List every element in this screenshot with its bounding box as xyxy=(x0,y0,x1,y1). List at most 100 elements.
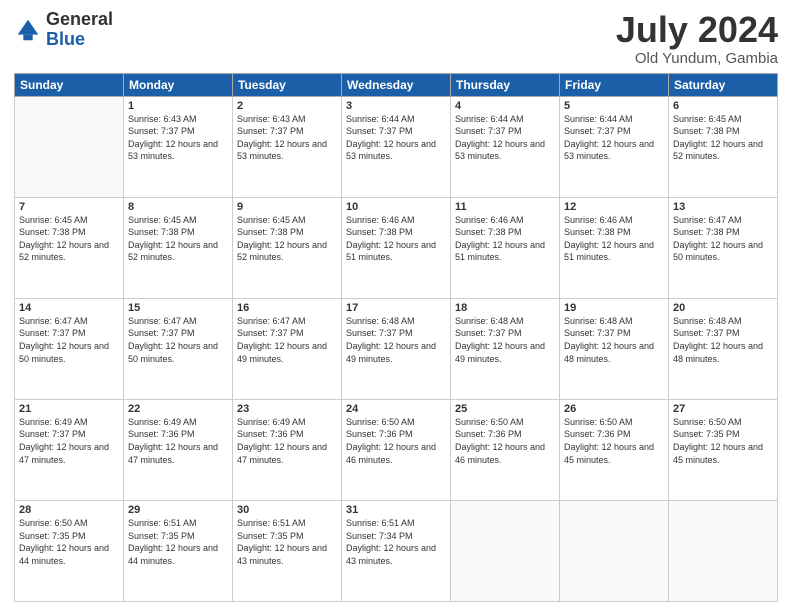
sunset: Sunset: 7:37 PM xyxy=(237,126,304,136)
day-number: 20 xyxy=(673,302,773,314)
logo-general-text: General xyxy=(46,10,113,30)
day-number: 17 xyxy=(346,302,446,314)
sunset: Sunset: 7:35 PM xyxy=(19,531,86,541)
calendar-cell: 4 Sunrise: 6:44 AM Sunset: 7:37 PM Dayli… xyxy=(451,96,560,197)
daylight: Daylight: 12 hours and 48 minutes. xyxy=(564,341,654,364)
day-info: Sunrise: 6:46 AM Sunset: 7:38 PM Dayligh… xyxy=(564,214,664,264)
sunset: Sunset: 7:37 PM xyxy=(455,126,522,136)
day-info: Sunrise: 6:46 AM Sunset: 7:38 PM Dayligh… xyxy=(455,214,555,264)
day-info: Sunrise: 6:48 AM Sunset: 7:37 PM Dayligh… xyxy=(346,315,446,365)
day-number: 27 xyxy=(673,403,773,415)
day-info: Sunrise: 6:49 AM Sunset: 7:36 PM Dayligh… xyxy=(128,416,228,466)
daylight: Daylight: 12 hours and 52 minutes. xyxy=(237,240,327,263)
daylight: Daylight: 12 hours and 44 minutes. xyxy=(128,543,218,566)
sunrise: Sunrise: 6:46 AM xyxy=(455,215,524,225)
daylight: Daylight: 12 hours and 52 minutes. xyxy=(673,139,763,162)
day-info: Sunrise: 6:47 AM Sunset: 7:37 PM Dayligh… xyxy=(237,315,337,365)
calendar-cell: 12 Sunrise: 6:46 AM Sunset: 7:38 PM Dayl… xyxy=(560,197,669,298)
daylight: Daylight: 12 hours and 45 minutes. xyxy=(673,442,763,465)
calendar-cell xyxy=(560,500,669,601)
day-info: Sunrise: 6:46 AM Sunset: 7:38 PM Dayligh… xyxy=(346,214,446,264)
calendar-cell: 31 Sunrise: 6:51 AM Sunset: 7:34 PM Dayl… xyxy=(342,500,451,601)
sunrise: Sunrise: 6:49 AM xyxy=(19,417,88,427)
sunset: Sunset: 7:38 PM xyxy=(564,227,631,237)
day-number: 8 xyxy=(128,201,228,213)
day-info: Sunrise: 6:50 AM Sunset: 7:36 PM Dayligh… xyxy=(564,416,664,466)
sunrise: Sunrise: 6:48 AM xyxy=(346,316,415,326)
sunset: Sunset: 7:36 PM xyxy=(128,429,195,439)
daylight: Daylight: 12 hours and 49 minutes. xyxy=(346,341,436,364)
sunrise: Sunrise: 6:45 AM xyxy=(19,215,88,225)
sunset: Sunset: 7:36 PM xyxy=(564,429,631,439)
calendar-cell: 6 Sunrise: 6:45 AM Sunset: 7:38 PM Dayli… xyxy=(669,96,778,197)
day-info: Sunrise: 6:45 AM Sunset: 7:38 PM Dayligh… xyxy=(237,214,337,264)
day-number: 5 xyxy=(564,100,664,112)
day-number: 26 xyxy=(564,403,664,415)
sunrise: Sunrise: 6:50 AM xyxy=(346,417,415,427)
calendar-cell: 17 Sunrise: 6:48 AM Sunset: 7:37 PM Dayl… xyxy=(342,298,451,399)
day-number: 13 xyxy=(673,201,773,213)
sunrise: Sunrise: 6:47 AM xyxy=(128,316,197,326)
sunset: Sunset: 7:37 PM xyxy=(19,328,86,338)
calendar-header-saturday: Saturday xyxy=(669,73,778,96)
daylight: Daylight: 12 hours and 51 minutes. xyxy=(455,240,545,263)
sunrise: Sunrise: 6:43 AM xyxy=(237,114,306,124)
sunset: Sunset: 7:35 PM xyxy=(237,531,304,541)
calendar-cell: 1 Sunrise: 6:43 AM Sunset: 7:37 PM Dayli… xyxy=(124,96,233,197)
day-number: 3 xyxy=(346,100,446,112)
logo-text: General Blue xyxy=(46,10,113,50)
day-number: 18 xyxy=(455,302,555,314)
calendar-week-row: 1 Sunrise: 6:43 AM Sunset: 7:37 PM Dayli… xyxy=(15,96,778,197)
day-info: Sunrise: 6:50 AM Sunset: 7:35 PM Dayligh… xyxy=(19,517,119,567)
calendar-cell: 11 Sunrise: 6:46 AM Sunset: 7:38 PM Dayl… xyxy=(451,197,560,298)
daylight: Daylight: 12 hours and 44 minutes. xyxy=(19,543,109,566)
calendar-header-monday: Monday xyxy=(124,73,233,96)
month-title: July 2024 xyxy=(616,10,778,50)
sunrise: Sunrise: 6:49 AM xyxy=(237,417,306,427)
sunrise: Sunrise: 6:45 AM xyxy=(673,114,742,124)
day-number: 16 xyxy=(237,302,337,314)
sunset: Sunset: 7:38 PM xyxy=(237,227,304,237)
sunrise: Sunrise: 6:45 AM xyxy=(237,215,306,225)
daylight: Daylight: 12 hours and 51 minutes. xyxy=(564,240,654,263)
daylight: Daylight: 12 hours and 53 minutes. xyxy=(128,139,218,162)
daylight: Daylight: 12 hours and 53 minutes. xyxy=(237,139,327,162)
day-number: 2 xyxy=(237,100,337,112)
calendar-cell: 25 Sunrise: 6:50 AM Sunset: 7:36 PM Dayl… xyxy=(451,399,560,500)
sunrise: Sunrise: 6:45 AM xyxy=(128,215,197,225)
daylight: Daylight: 12 hours and 43 minutes. xyxy=(237,543,327,566)
sunset: Sunset: 7:38 PM xyxy=(673,227,740,237)
calendar-cell: 21 Sunrise: 6:49 AM Sunset: 7:37 PM Dayl… xyxy=(15,399,124,500)
calendar-cell: 18 Sunrise: 6:48 AM Sunset: 7:37 PM Dayl… xyxy=(451,298,560,399)
sunset: Sunset: 7:37 PM xyxy=(673,328,740,338)
day-info: Sunrise: 6:48 AM Sunset: 7:37 PM Dayligh… xyxy=(455,315,555,365)
sunrise: Sunrise: 6:48 AM xyxy=(564,316,633,326)
sunset: Sunset: 7:36 PM xyxy=(455,429,522,439)
day-info: Sunrise: 6:50 AM Sunset: 7:36 PM Dayligh… xyxy=(346,416,446,466)
sunset: Sunset: 7:38 PM xyxy=(455,227,522,237)
calendar-cell: 20 Sunrise: 6:48 AM Sunset: 7:37 PM Dayl… xyxy=(669,298,778,399)
calendar-cell: 7 Sunrise: 6:45 AM Sunset: 7:38 PM Dayli… xyxy=(15,197,124,298)
day-number: 6 xyxy=(673,100,773,112)
daylight: Daylight: 12 hours and 46 minutes. xyxy=(455,442,545,465)
daylight: Daylight: 12 hours and 53 minutes. xyxy=(455,139,545,162)
sunrise: Sunrise: 6:46 AM xyxy=(564,215,633,225)
sunrise: Sunrise: 6:51 AM xyxy=(346,518,415,528)
calendar-header-thursday: Thursday xyxy=(451,73,560,96)
day-info: Sunrise: 6:48 AM Sunset: 7:37 PM Dayligh… xyxy=(564,315,664,365)
sunset: Sunset: 7:35 PM xyxy=(673,429,740,439)
calendar-cell: 16 Sunrise: 6:47 AM Sunset: 7:37 PM Dayl… xyxy=(233,298,342,399)
calendar-cell: 30 Sunrise: 6:51 AM Sunset: 7:35 PM Dayl… xyxy=(233,500,342,601)
day-number: 21 xyxy=(19,403,119,415)
calendar-week-row: 14 Sunrise: 6:47 AM Sunset: 7:37 PM Dayl… xyxy=(15,298,778,399)
day-number: 28 xyxy=(19,504,119,516)
daylight: Daylight: 12 hours and 43 minutes. xyxy=(346,543,436,566)
page: General Blue July 2024 Old Yundum, Gambi… xyxy=(0,0,792,612)
daylight: Daylight: 12 hours and 49 minutes. xyxy=(455,341,545,364)
sunset: Sunset: 7:37 PM xyxy=(128,328,195,338)
day-info: Sunrise: 6:47 AM Sunset: 7:38 PM Dayligh… xyxy=(673,214,773,264)
daylight: Daylight: 12 hours and 45 minutes. xyxy=(564,442,654,465)
day-info: Sunrise: 6:45 AM Sunset: 7:38 PM Dayligh… xyxy=(673,113,773,163)
day-number: 11 xyxy=(455,201,555,213)
sunset: Sunset: 7:37 PM xyxy=(346,126,413,136)
